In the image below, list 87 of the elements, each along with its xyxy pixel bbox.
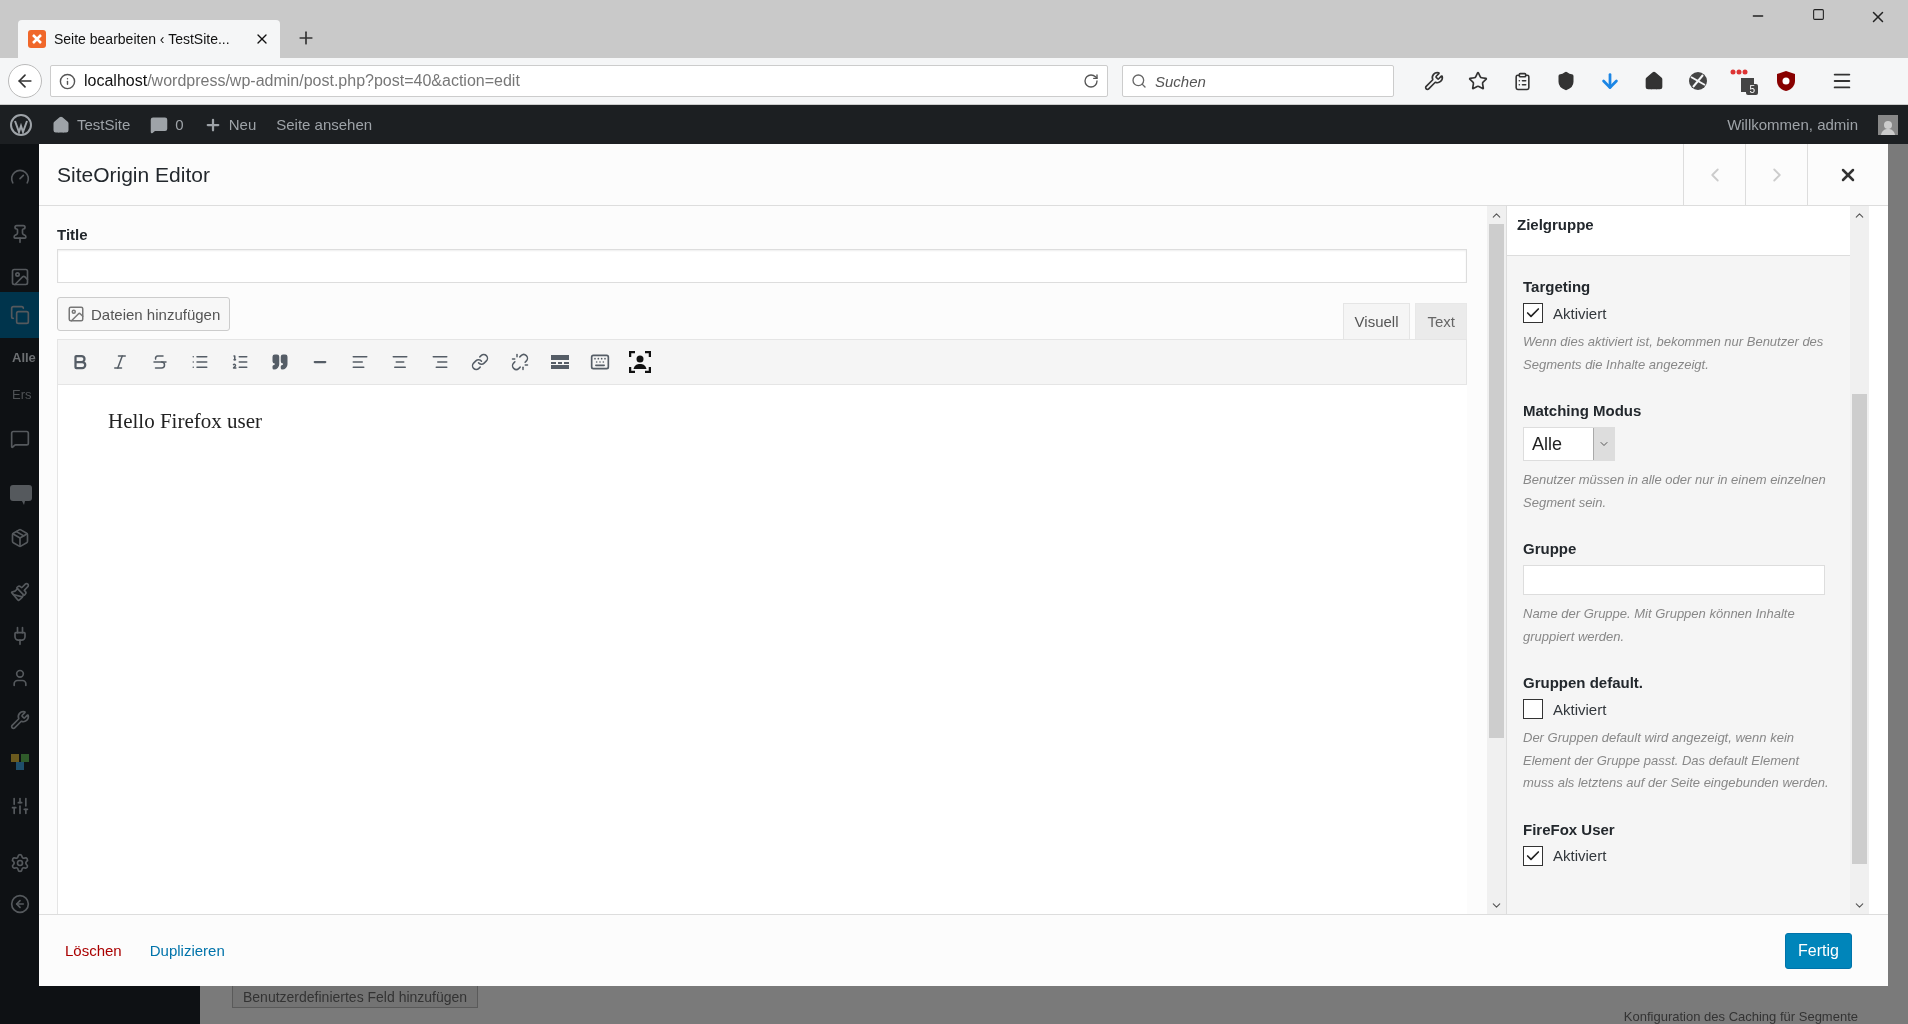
scrollbar[interactable]	[1487, 206, 1506, 914]
address-bar[interactable]: localhost/wordpress/wp-admin/post.php?post=40&action=edit	[50, 65, 1108, 97]
wrench-icon[interactable]	[1424, 71, 1444, 91]
greeting-link[interactable]: Willkommen, admin	[1727, 116, 1858, 133]
help-text: Der Gruppen default wird angezeigt, wenn kein Element der Gruppe passt. Das default Element muss als letztens auf der Seite eingebunden werden.	[1523, 729, 1829, 792]
user-icon[interactable]	[10, 668, 30, 688]
download-icon[interactable]	[1599, 70, 1621, 92]
shield-icon[interactable]	[1556, 71, 1576, 91]
add-media-button[interactable]: Dateien hinzufügen	[57, 297, 231, 331]
box-icon[interactable]	[10, 528, 30, 548]
numbered-list-icon[interactable]	[231, 353, 249, 371]
duplicate-link[interactable]: Duplizieren	[149, 942, 225, 959]
wordpress-logo-icon[interactable]	[10, 113, 32, 136]
toolbar-toggle-icon[interactable]	[551, 355, 569, 369]
menu-label[interactable]: Alle	[12, 349, 36, 365]
unlink-icon[interactable]	[511, 353, 529, 371]
maximize-icon[interactable]	[1811, 8, 1825, 21]
checkbox[interactable]	[1523, 303, 1543, 323]
field-label: Gruppen default.	[1523, 674, 1644, 691]
search-icon	[1131, 73, 1147, 89]
search-input[interactable]: Suchen	[1153, 71, 1385, 91]
reload-icon[interactable]	[1083, 73, 1099, 89]
link-icon[interactable]	[471, 353, 489, 371]
ublock-icon[interactable]	[1776, 70, 1796, 92]
editor-text: Hello Firefox user	[108, 409, 263, 434]
help-text: Wenn dies aktiviert ist, bekommen nur Benutzer des Segments die Inhalte angezeigt.	[1523, 333, 1825, 374]
align-center-icon[interactable]	[391, 353, 409, 371]
help-text: Benutzer müssen in alle oder nur in einem einzelnen Segment sein.	[1523, 471, 1827, 512]
user-frame-icon[interactable]	[629, 351, 651, 373]
sliders-icon[interactable]	[10, 796, 30, 816]
home-icon[interactable]	[1644, 71, 1664, 91]
align-right-icon[interactable]	[431, 353, 449, 371]
strikethrough-icon[interactable]	[151, 353, 169, 371]
comment-icon	[150, 115, 169, 134]
favicon-icon	[28, 30, 46, 48]
select-dropdown[interactable]: Alle	[1523, 427, 1615, 461]
panel-title: Zielgruppe	[1517, 216, 1595, 233]
editor-tab[interactable]: Visuell	[1342, 303, 1411, 339]
view-page-link[interactable]: Seite ansehen	[276, 116, 373, 133]
scrollbar[interactable]	[1850, 206, 1869, 914]
brush-icon[interactable]	[10, 582, 30, 602]
checkbox-option[interactable]: Aktiviert	[1523, 699, 1836, 719]
editor-tab[interactable]: Text	[1415, 303, 1467, 339]
help-text: Name der Gruppe. Mit Gruppen können Inhalte gruppiert werden.	[1523, 605, 1796, 646]
keyboard-icon[interactable]	[590, 352, 610, 372]
comments-link[interactable]: 0	[150, 115, 184, 134]
delete-link[interactable]: Löschen	[65, 942, 122, 959]
globe-icon[interactable]	[1688, 71, 1708, 91]
pin-icon[interactable]	[10, 224, 30, 244]
bullet-list-icon[interactable]	[191, 353, 209, 371]
italic-icon[interactable]	[111, 353, 129, 371]
checkbox-option[interactable]: Aktiviert	[1523, 845, 1836, 866]
done-button[interactable]: Fertig	[1785, 932, 1852, 969]
field-label: Matching Modus	[1523, 402, 1643, 419]
speech-bubble-icon[interactable]	[10, 485, 32, 505]
field-label: Title	[57, 226, 89, 243]
text-input[interactable]	[1523, 565, 1825, 595]
search-field[interactable]: Suchen	[1122, 65, 1394, 97]
checkbox-option[interactable]: Aktiviert	[1523, 303, 1836, 323]
quote-icon[interactable]	[271, 353, 289, 371]
field-label: Gruppe	[1523, 540, 1578, 557]
checkbox[interactable]	[1523, 845, 1543, 866]
reading-list-icon[interactable]	[1512, 71, 1532, 91]
media-icon	[67, 305, 85, 323]
collapse-icon[interactable]	[10, 894, 30, 914]
align-left-icon[interactable]	[351, 353, 369, 371]
new-link[interactable]: Neu	[203, 115, 257, 134]
avatar-icon[interactable]	[1878, 114, 1898, 135]
dashboard-icon[interactable]	[10, 167, 30, 187]
title-input[interactable]	[57, 249, 1467, 283]
back-button[interactable]	[8, 64, 42, 98]
field-label: Targeting	[1523, 278, 1592, 295]
star-icon[interactable]	[1468, 71, 1488, 91]
field-label: FireFox User	[1523, 820, 1616, 838]
bold-icon[interactable]	[71, 353, 89, 371]
section-heading: Konfiguration des Caching für Segmente	[1623, 1010, 1858, 1024]
info-icon[interactable]	[59, 72, 76, 90]
browser-tab[interactable]: Seite bearbeiten ‹ TestSite...	[18, 20, 280, 58]
home-icon	[52, 115, 70, 134]
settings-icon[interactable]	[10, 853, 30, 873]
checkbox[interactable]	[1523, 699, 1543, 719]
cubes-icon[interactable]	[10, 752, 30, 772]
comment-icon[interactable]	[10, 429, 30, 449]
site-link[interactable]: TestSite	[52, 115, 131, 134]
extension-badge: 5	[1746, 84, 1758, 95]
dialog-title: SiteOrigin Editor	[57, 162, 211, 187]
media-icon[interactable]	[10, 267, 30, 287]
